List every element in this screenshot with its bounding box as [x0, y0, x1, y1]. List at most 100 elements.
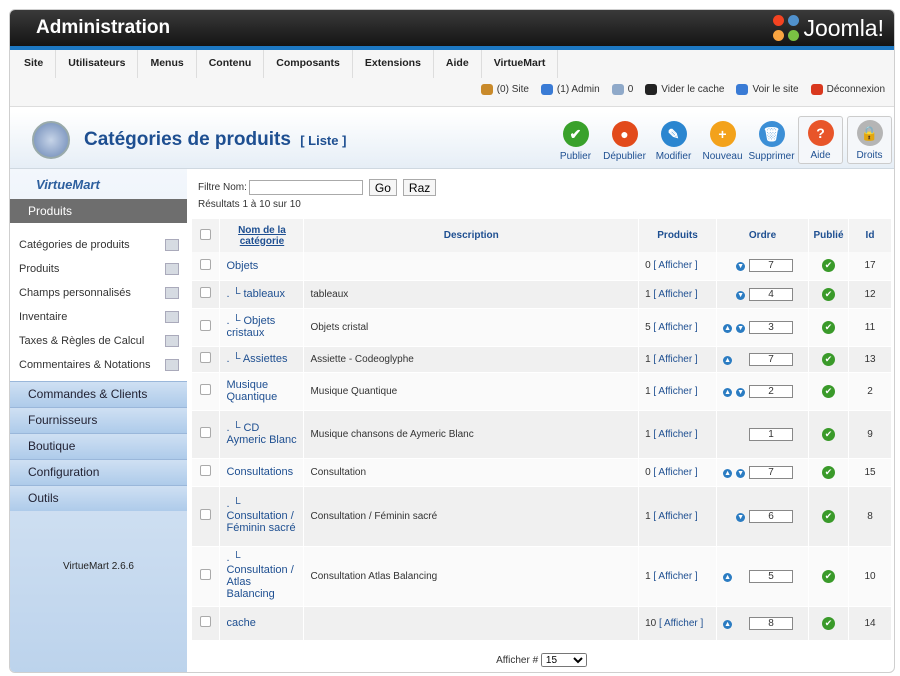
published-check-icon[interactable]: ✔ [822, 509, 835, 523]
id-column-header[interactable]: Id [848, 219, 892, 252]
move-up-icon[interactable]: ▲ [723, 572, 733, 582]
sidebar-section[interactable]: Commandes & Clients [10, 381, 187, 407]
menu-item-site[interactable]: Site [12, 50, 57, 78]
status-item[interactable]: (0) Site [480, 84, 529, 95]
menu-item-virtuemart[interactable]: VirtueMart [482, 50, 559, 78]
unpublish-button[interactable]: ● Dépublier [602, 116, 647, 164]
order-input[interactable]: 4 [749, 287, 794, 301]
sidebar-item[interactable]: Champs personnalisés [10, 281, 187, 305]
row-checkbox[interactable] [200, 320, 212, 331]
page-size-select[interactable]: 15 [540, 653, 587, 667]
status-item[interactable]: 0 [611, 84, 633, 95]
status-item[interactable]: (1) Admin [540, 84, 600, 95]
menu-item-extensions[interactable]: Extensions [353, 50, 434, 78]
order-input[interactable]: 7 [749, 352, 794, 366]
category-name-link[interactable]: Consultation / Féminin sacré [226, 510, 295, 534]
order-input[interactable]: 2 [749, 384, 794, 398]
row-checkbox[interactable] [200, 287, 212, 298]
category-name-link[interactable]: Assiettes [243, 353, 288, 365]
published-check-icon[interactable]: ✔ [822, 616, 835, 630]
move-up-icon[interactable]: ▲ [723, 323, 733, 333]
published-check-icon[interactable]: ✔ [822, 320, 835, 334]
select-all-header[interactable] [192, 219, 221, 252]
category-name-link[interactable]: Consultation / Atlas Balancing [226, 564, 293, 600]
menu-item-composants[interactable]: Composants [264, 50, 353, 78]
move-down-icon[interactable]: ▼ [736, 387, 746, 397]
show-products-link[interactable]: [ Afficher ] [659, 618, 703, 629]
sidebar-section[interactable]: Outils [10, 485, 187, 511]
order-input[interactable]: 7 [749, 259, 794, 273]
published-check-icon[interactable]: ✔ [822, 352, 835, 366]
status-item[interactable]: Déconnexion [810, 84, 885, 95]
show-products-link[interactable]: [ Afficher ] [653, 511, 697, 522]
show-products-link[interactable]: [ Afficher ] [653, 386, 697, 397]
table-row[interactable]: cache10 [ Afficher ]▲▼8✔14 [192, 606, 892, 641]
show-products-link[interactable]: [ Afficher ] [653, 260, 697, 271]
move-down-icon[interactable]: ▼ [736, 468, 746, 478]
table-row[interactable]: Consultations Consultation 0 [ Afficher ] ▲… [192, 458, 892, 487]
delete-button[interactable]: 🗑 Supprimer [748, 116, 795, 164]
move-down-icon[interactable]: ▼ [736, 290, 746, 300]
select-all-checkbox[interactable] [200, 228, 212, 240]
sidebar-item[interactable]: Catégories de produits [10, 233, 187, 257]
table-row[interactable]: Musique Quantique Musique Quantique 1 [ Af… [192, 372, 892, 411]
sidebar-item[interactable]: Produits [10, 257, 187, 281]
order-input[interactable]: 6 [749, 509, 794, 523]
filter-name-input[interactable] [248, 180, 363, 195]
show-products-link[interactable]: [ Afficher ] [653, 467, 697, 478]
new-button[interactable]: + Nouveau [700, 116, 745, 164]
show-products-link[interactable]: [ Afficher ] [653, 429, 697, 440]
table-row[interactable]: . └ tableauxtableaux1 [ Afficher ]▲▼4✔12 [192, 280, 892, 309]
show-products-link[interactable]: [ Afficher ] [653, 289, 697, 300]
published-check-icon[interactable]: ✔ [822, 384, 835, 398]
rights-button[interactable]: 🔒 Droits [847, 116, 892, 164]
sidebar-item[interactable]: Taxes & Règles de Calcul [10, 329, 187, 353]
move-up-icon[interactable]: ▲ [723, 619, 733, 629]
publish-button[interactable]: ✔ Publier [553, 116, 598, 164]
show-products-link[interactable]: [ Afficher ] [653, 354, 697, 365]
sidebar-section[interactable]: Configuration [10, 459, 187, 485]
move-up-icon[interactable]: ▲ [723, 355, 733, 365]
go-button[interactable]: Go [368, 179, 397, 196]
order-input[interactable]: 7 [749, 465, 794, 479]
published-check-icon[interactable]: ✔ [822, 259, 835, 273]
order-input[interactable]: 5 [749, 569, 794, 583]
table-row[interactable]: Objets0 [ Afficher ]▲▼7✔17 [192, 252, 892, 281]
table-row[interactable]: . └ Objets cristaux Objets cristal 5 [ Aff… [192, 308, 892, 347]
status-item[interactable]: Vider le cache [645, 84, 724, 95]
move-down-icon[interactable]: ▼ [736, 262, 746, 272]
sidebar-section[interactable]: Boutique [10, 433, 187, 459]
move-down-icon[interactable]: ▼ [736, 323, 746, 333]
menu-item-contenu[interactable]: Contenu [197, 50, 265, 78]
table-row[interactable]: . └ Assiettes Assiette - Codeoglyphe 1 [ A… [192, 346, 892, 373]
order-input[interactable]: 1 [749, 427, 794, 441]
row-checkbox[interactable] [200, 465, 212, 476]
row-checkbox[interactable] [200, 616, 212, 627]
table-row[interactable]: . └ Consultation / Féminin sacré Consulta… [192, 486, 892, 547]
row-checkbox[interactable] [200, 352, 212, 363]
published-check-icon[interactable]: ✔ [822, 287, 835, 301]
menu-item-utilisateurs[interactable]: Utilisateurs [56, 50, 139, 78]
category-name-link[interactable]: cache [226, 617, 255, 629]
category-name-link[interactable]: Consultations [226, 466, 293, 478]
show-products-link[interactable]: [ Afficher ] [653, 571, 697, 582]
published-check-icon[interactable]: ✔ [822, 427, 835, 441]
row-checkbox[interactable] [200, 569, 212, 580]
help-button[interactable]: ? Aide [798, 116, 843, 164]
sidebar-section[interactable]: Fournisseurs [10, 407, 187, 433]
published-check-icon[interactable]: ✔ [822, 569, 835, 583]
sidebar-section-header[interactable]: Produits [10, 199, 187, 223]
move-down-icon[interactable]: ▼ [736, 512, 746, 522]
sidebar-item[interactable]: Inventaire [10, 305, 187, 329]
menu-item-aide[interactable]: Aide [434, 50, 482, 78]
name-column-header[interactable]: Nom de la catégorie [219, 219, 305, 252]
sidebar-item[interactable]: Commentaires & Notations [10, 353, 187, 377]
edit-button[interactable]: ✎ Modifier [651, 116, 696, 164]
published-check-icon[interactable]: ✔ [822, 465, 835, 479]
table-row[interactable]: . └ Consultation / Atlas Balancing Consul… [192, 546, 892, 607]
published-column-header[interactable]: Publié [808, 219, 849, 252]
products-column-header[interactable]: Produits [638, 219, 718, 252]
status-item[interactable]: Voir le site [736, 84, 799, 95]
order-input[interactable]: 3 [749, 320, 794, 334]
reset-button[interactable]: Raz [402, 179, 437, 196]
